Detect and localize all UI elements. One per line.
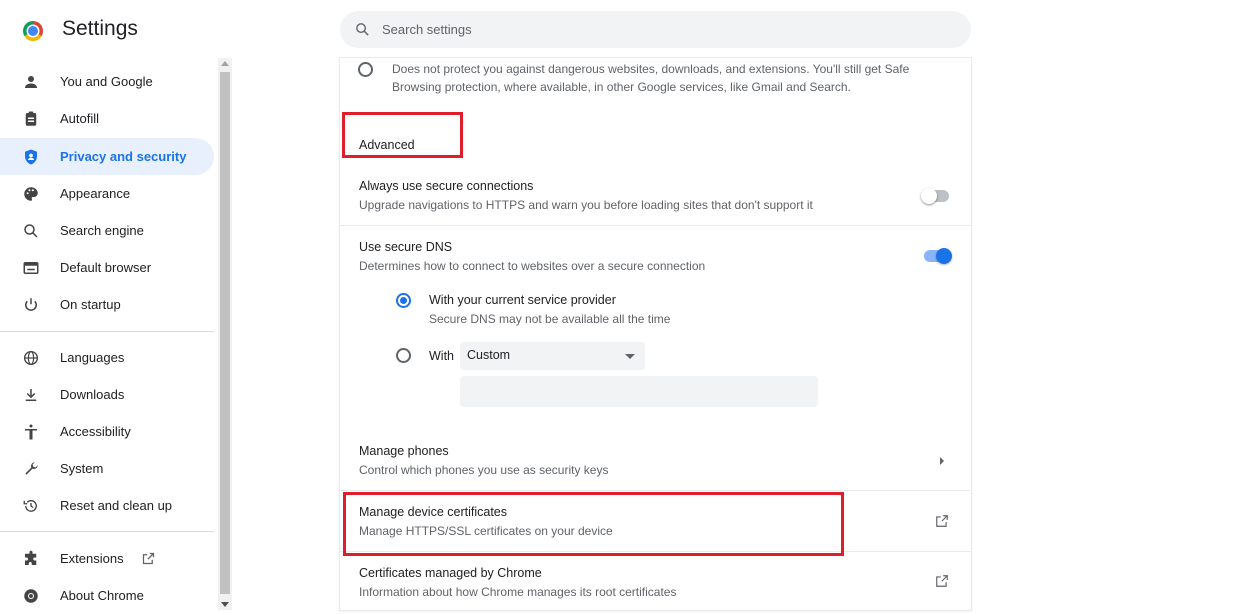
custom-dns-input[interactable]	[460, 376, 818, 407]
sidebar-item-extensions[interactable]: Extensions	[0, 540, 214, 577]
sidebar-item-reset-and-clean-up[interactable]: Reset and clean up	[0, 487, 214, 524]
dns-with-label: With	[429, 349, 454, 363]
chrome-logo-icon	[23, 21, 43, 41]
dropdown-arrow-icon	[625, 354, 635, 359]
sidebar-item-label: Appearance	[60, 186, 131, 201]
sidebar-item-search-engine[interactable]: Search engine	[0, 212, 214, 249]
sidebar: You and Google Autofill Privacy and secu…	[0, 58, 217, 610]
search-bar[interactable]	[340, 11, 971, 48]
sidebar-item-label: Extensions	[60, 551, 124, 566]
search-icon	[24, 224, 38, 238]
sidebar-item-label: Downloads	[60, 387, 125, 402]
manage-phones-subtitle: Control which phones you use as security…	[359, 463, 609, 477]
dns-provider-select-value: Custom	[467, 348, 511, 362]
puzzle-icon	[25, 550, 37, 565]
sidebar-item-label: Default browser	[60, 260, 152, 275]
row-divider	[340, 490, 971, 491]
no-protection-description: Does not protect you against dangerous w…	[392, 60, 909, 96]
search-icon	[356, 23, 369, 36]
sidebar-scrollbar[interactable]	[218, 58, 232, 610]
secure-connections-subtitle: Upgrade navigations to HTTPS and warn yo…	[359, 198, 813, 212]
sidebar-item-label: Privacy and security	[60, 149, 187, 164]
shield-icon	[25, 149, 37, 165]
sidebar-item-label: Autofill	[60, 111, 100, 126]
secure-connections-title: Always use secure connections	[359, 179, 534, 193]
sidebar-item-downloads[interactable]: Downloads	[0, 376, 214, 413]
sidebar-item-label: Reset and clean up	[60, 498, 173, 513]
sidebar-item-accessibility[interactable]: Accessibility	[0, 413, 214, 450]
chrome-icon	[24, 589, 38, 603]
scrollbar-thumb[interactable]	[220, 72, 230, 594]
sidebar-item-label: Languages	[60, 350, 125, 365]
download-icon	[25, 389, 37, 401]
sidebar-item-label: Accessibility	[60, 424, 131, 439]
power-icon	[25, 298, 37, 311]
no-protection-line-2: Browsing protection, where available, in…	[392, 80, 851, 94]
advanced-highlight-box	[342, 112, 463, 158]
restore-icon	[23, 500, 37, 512]
browser-icon	[23, 262, 39, 274]
row-divider	[340, 424, 971, 425]
external-link-icon	[142, 552, 155, 565]
chevron-right-icon	[940, 457, 944, 465]
no-protection-line-1: Does not protect you against dangerous w…	[392, 62, 910, 76]
person-icon	[25, 76, 37, 88]
manage-phones-title: Manage phones	[359, 444, 449, 458]
header: Settings	[0, 0, 1250, 58]
sidebar-item-about-chrome[interactable]: About Chrome	[0, 577, 214, 614]
secure-dns-title: Use secure DNS	[359, 240, 453, 254]
sidebar-item-appearance[interactable]: Appearance	[0, 175, 214, 212]
secure-dns-toggle[interactable]	[924, 248, 952, 264]
row-divider	[340, 225, 971, 226]
sidebar-item-label: You and Google	[60, 74, 153, 89]
sidebar-item-system[interactable]: System	[0, 450, 214, 487]
sidebar-item-on-startup[interactable]: On startup	[0, 286, 214, 323]
scroll-up-arrow-icon[interactable]	[221, 61, 229, 66]
dns-current-provider-radio[interactable]	[396, 293, 411, 308]
manage-certificates-highlight-box	[343, 492, 844, 556]
sidebar-item-you-and-google[interactable]: You and Google	[0, 63, 214, 100]
chrome-certificates-title: Certificates managed by Chrome	[359, 566, 542, 580]
search-input[interactable]	[382, 11, 942, 48]
external-link-icon[interactable]	[935, 574, 949, 588]
sidebar-item-label: About Chrome	[60, 588, 144, 603]
external-link-icon[interactable]	[935, 514, 949, 528]
accessibility-icon	[25, 424, 37, 440]
sidebar-item-privacy-and-security[interactable]: Privacy and security	[0, 138, 214, 175]
sidebar-divider	[0, 331, 214, 332]
scroll-down-arrow-icon[interactable]	[221, 602, 229, 607]
palette-icon	[24, 187, 38, 201]
sidebar-item-label: On startup	[60, 297, 121, 312]
sidebar-item-languages[interactable]: Languages	[0, 339, 214, 376]
secure-dns-subtitle: Determines how to connect to websites ov…	[359, 259, 706, 273]
globe-icon	[23, 350, 39, 366]
secure-connections-toggle[interactable]	[921, 188, 949, 204]
dns-provider-select[interactable]: Custom	[460, 342, 645, 370]
clipboard-icon	[25, 111, 37, 126]
no-protection-radio[interactable]	[358, 62, 373, 77]
dns-current-provider-title: With your current service provider	[429, 293, 616, 307]
wrench-icon	[25, 462, 38, 475]
sidebar-item-default-browser[interactable]: Default browser	[0, 249, 214, 286]
page-title: Settings	[62, 17, 138, 40]
dns-current-provider-subtitle: Secure DNS may not be available all the …	[429, 312, 671, 326]
sidebar-divider	[0, 531, 214, 532]
chrome-certificates-subtitle: Information about how Chrome manages its…	[359, 585, 677, 599]
sidebar-item-autofill[interactable]: Autofill	[0, 100, 214, 137]
sidebar-item-label: Search engine	[60, 223, 144, 238]
dns-custom-radio[interactable]	[396, 348, 411, 363]
sidebar-item-label: System	[60, 461, 104, 476]
